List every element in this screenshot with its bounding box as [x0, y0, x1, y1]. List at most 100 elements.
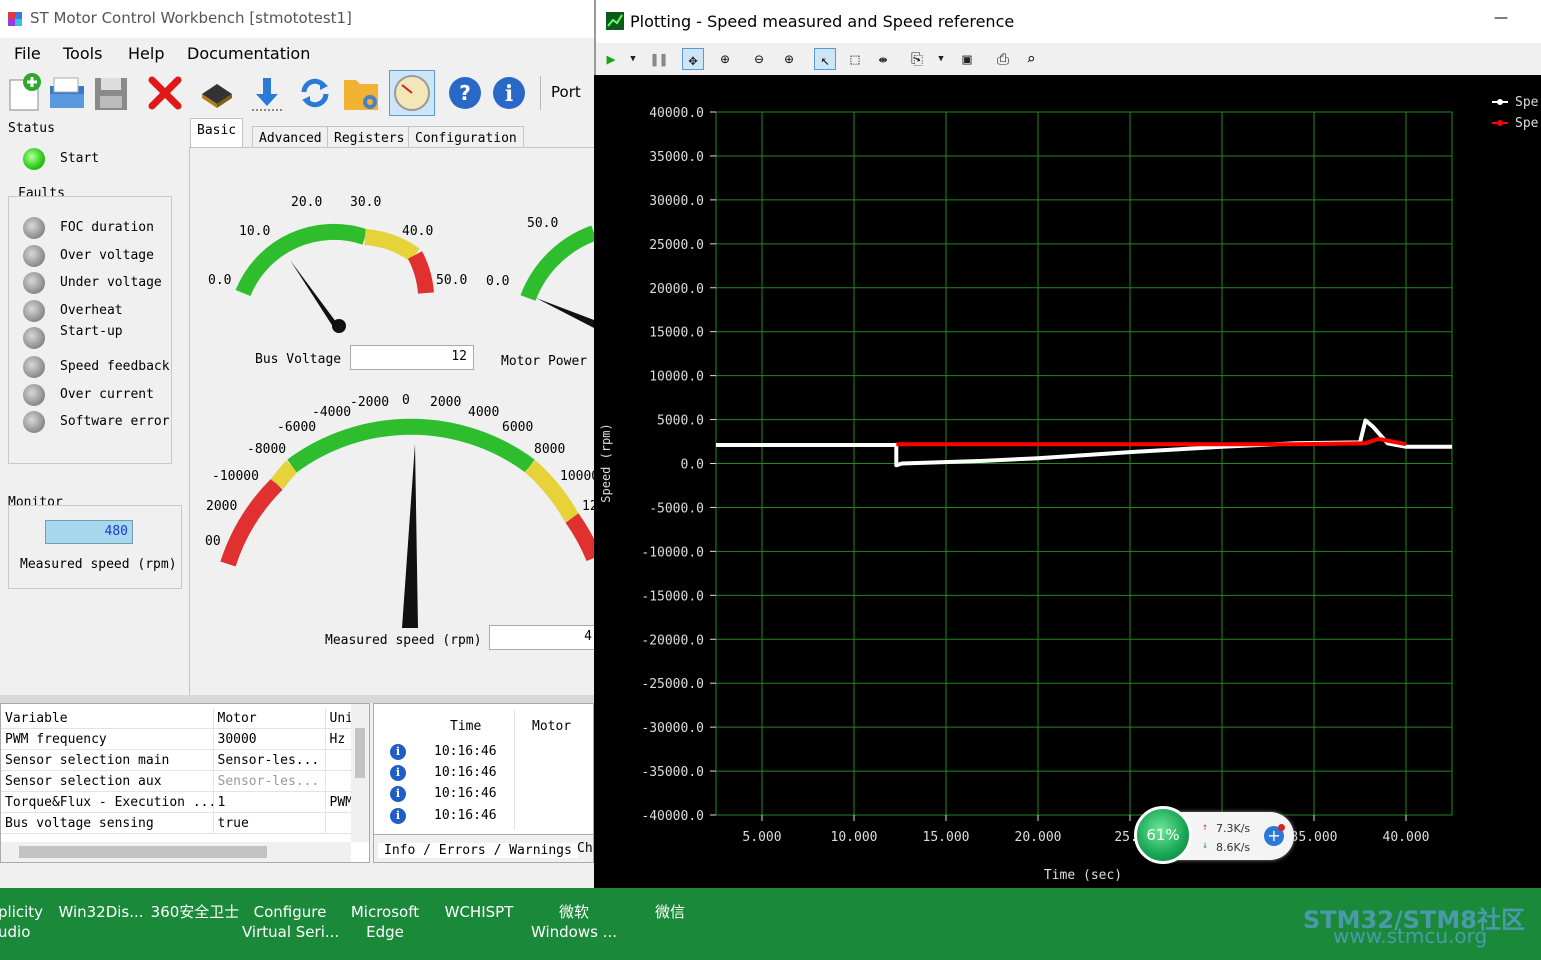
column-divider [514, 710, 515, 830]
table-row[interactable]: Torque&Flux - Execution ... 1 PWM [1, 791, 352, 813]
play-icon[interactable]: ▶ [600, 48, 622, 70]
table-cell: Sensor selection aux [1, 770, 214, 792]
y-tick-label: 20000.0 [649, 282, 704, 297]
tab-ch[interactable]: Ch [577, 841, 593, 856]
save-icon[interactable]: ▣ [956, 48, 978, 70]
speed-tick: -4000 [312, 405, 352, 420]
bus-voltage-yellow-band [364, 229, 420, 262]
zoom-out-icon[interactable]: ⊖ [748, 48, 770, 70]
download-speed: 8.6K/s [1216, 841, 1251, 854]
speed-yellow-band-left [270, 460, 298, 489]
y-tick-label: 40000.0 [649, 106, 704, 121]
folder-settings-icon[interactable] [342, 72, 380, 114]
taskbar-item-label: WCHISPT [444, 903, 514, 921]
zoom-fit-icon[interactable]: ⊕ [714, 48, 736, 70]
table-row[interactable]: Sensor selection aux Sensor-les... [1, 770, 352, 792]
workbench-window: ST Motor Control Workbench [stmototest1]… [0, 0, 594, 888]
splitter[interactable] [0, 695, 594, 703]
taskbar-item-win32diskimager[interactable]: Win32Dis... [56, 902, 146, 922]
refresh-icon[interactable] [296, 72, 334, 114]
open-icon[interactable] [48, 72, 86, 114]
taskbar-item-microsoft-windows[interactable]: 微软 Windows ... [526, 902, 622, 942]
log-time-header[interactable]: Time [450, 719, 481, 734]
column-header[interactable]: Variable [1, 708, 214, 729]
table-row[interactable]: Bus voltage sensing true [1, 812, 352, 834]
info-icon: i [390, 786, 406, 802]
help-icon[interactable]: ? [446, 72, 484, 114]
print-icon[interactable]: ⎙ [992, 48, 1014, 70]
x-tick-label: 5.000 [742, 830, 781, 845]
info-icon: i [390, 808, 406, 824]
table-cell: PWM frequency [1, 728, 214, 750]
table-row[interactable]: Sensor selection main Sensor-les... [1, 749, 352, 771]
gauge-view-button[interactable] [389, 70, 435, 116]
start-status-led [23, 148, 45, 170]
net-speed-widget[interactable]: 61% ↑ 7.3K/s ↓ 8.6K/s + [1134, 806, 1294, 864]
log-time: 10:16:46 [434, 786, 497, 801]
y-tick-label: -10000.0 [641, 545, 704, 560]
taskbar-item-microsoft-edge[interactable]: Microsoft Edge [338, 902, 432, 942]
table-cell: Torque&Flux - Execution ... [1, 791, 214, 813]
speed-tick: -6000 [277, 420, 317, 435]
fault-label: Software error [60, 414, 170, 429]
minimize-button[interactable]: — [1494, 10, 1508, 26]
vertical-scrollbar[interactable] [351, 704, 369, 842]
toolbar-separator [540, 76, 541, 110]
zoom-in-icon[interactable]: ⊕ [778, 48, 800, 70]
tab-basic[interactable]: Basic [190, 118, 244, 148]
new-icon[interactable] [6, 72, 44, 114]
monitor-group [8, 505, 182, 589]
pause-icon[interactable]: ❚❚ [648, 48, 670, 70]
x-tick-label: 20.000 [1015, 830, 1062, 845]
bus-voltage-green-band [235, 223, 368, 297]
taskbar-item-wchispt[interactable]: WCHISPT [432, 902, 526, 922]
taskbar-item-simplicity-studio[interactable]: plicity udio [0, 902, 48, 942]
speed-tick: 12 [582, 499, 594, 514]
speed-chart[interactable]: 40000.0 35000.0 30000.0 25000.0 20000.0 15000… [594, 75, 1541, 888]
select-rect-icon[interactable]: ⬚ [844, 48, 866, 70]
table-row[interactable]: PWM frequency 30000 Hz [1, 728, 352, 750]
log-motor-header[interactable]: Motor [532, 719, 571, 734]
menu-tools[interactable]: Tools [63, 44, 102, 63]
y-tick-label: 10000.0 [649, 370, 704, 385]
taskbar-item-label: Windows ... [530, 923, 618, 941]
fault-led-over-current [23, 384, 45, 406]
tab-info-errors-warnings[interactable]: Info / Errors / Warnings [378, 843, 578, 858]
plot-window: Plotting - Speed measured and Speed refe… [594, 0, 1541, 888]
column-header[interactable]: Uni [325, 708, 352, 729]
taskbar-item-360[interactable]: 360安全卫士 [148, 902, 242, 922]
fault-label: Speed feedback [60, 359, 170, 374]
horizontal-scrollbar[interactable] [1, 842, 351, 862]
scrollbar-thumb[interactable] [19, 846, 267, 858]
taskbar-item-wechat[interactable]: 微信 [622, 902, 718, 922]
delete-icon[interactable] [146, 72, 184, 114]
cursor-icon[interactable]: ⇼ [872, 48, 894, 70]
dropdown-arrow-icon[interactable]: ▼ [930, 48, 952, 70]
menu-documentation[interactable]: Documentation [187, 44, 310, 63]
speed-tick: 10000 [560, 469, 594, 484]
taskbar-item-label: Virtual Seri... [242, 923, 340, 941]
x-axis-label: Time (sec) [1044, 868, 1122, 883]
download-icon[interactable] [248, 72, 286, 114]
save-icon[interactable] [92, 72, 130, 114]
legend-marker [1497, 120, 1503, 126]
taskbar-item-configure-virtual-serial[interactable]: Configure Virtual Seri... [242, 902, 340, 942]
pan-icon[interactable]: ✥ [682, 48, 704, 70]
chart-background [594, 75, 1541, 888]
scrollbar-thumb[interactable] [355, 728, 365, 778]
dropdown-arrow-icon[interactable]: ▼ [622, 48, 644, 70]
column-header[interactable]: Motor [213, 708, 326, 729]
svg-text:i: i [505, 81, 513, 107]
print-preview-icon[interactable]: ⌕ [1020, 48, 1042, 70]
pointer-icon[interactable]: ↖ [814, 48, 836, 70]
table-cell [325, 812, 352, 834]
copy-icon[interactable]: ⎘ [906, 48, 928, 70]
bus-voltage-tick: 30.0 [350, 195, 382, 210]
info-icon[interactable]: i [490, 72, 528, 114]
table-header-row: Variable Motor Uni [1, 708, 352, 729]
x-tick-label: 40.000 [1383, 830, 1430, 845]
menu-help[interactable]: Help [128, 44, 164, 63]
cpu-percent-badge: 61% [1134, 806, 1192, 864]
menu-file[interactable]: File [14, 44, 41, 63]
chip-icon[interactable] [198, 72, 236, 114]
